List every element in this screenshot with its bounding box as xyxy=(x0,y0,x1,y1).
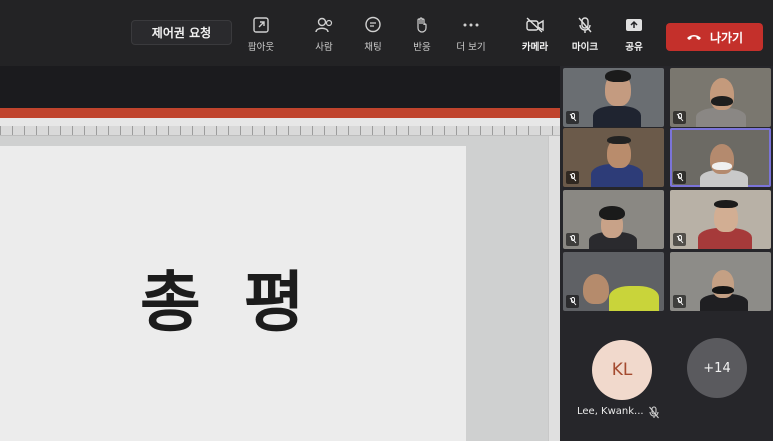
chat-label: 채팅 xyxy=(364,42,382,53)
ppt-title-bar xyxy=(0,108,560,118)
more-label: 더 보기 xyxy=(456,42,486,53)
ppt-scrollbar xyxy=(548,136,560,441)
meeting-toolbar: 제어권 요청 팝아웃 사람 채팅 반응 더 보기 카메라 마이크 공유 나가기 xyxy=(0,0,773,66)
participant-avatar[interactable]: KL xyxy=(592,340,652,400)
video-tile[interactable] xyxy=(563,252,664,311)
muted-mic-icon xyxy=(673,295,686,308)
video-tile[interactable] xyxy=(563,190,664,249)
more-dots-icon xyxy=(460,14,482,36)
participant-name: Lee, Kwank... xyxy=(577,406,644,417)
muted-mic-icon xyxy=(566,171,579,184)
muted-mic-icon xyxy=(566,295,579,308)
slide: 총 평 xyxy=(0,146,466,441)
camera-off-icon xyxy=(524,14,546,36)
muted-mic-icon xyxy=(648,404,660,423)
people-button[interactable]: 사람 xyxy=(300,14,348,53)
popout-icon xyxy=(250,14,272,36)
popout-button[interactable]: 팝아웃 xyxy=(237,14,285,53)
muted-mic-icon xyxy=(673,171,686,184)
ppt-ruler xyxy=(0,126,560,136)
hang-up-icon xyxy=(686,30,702,44)
reactions-button[interactable]: 반응 xyxy=(398,14,446,53)
ppt-canvas: 총 평 xyxy=(0,136,560,441)
mic-off-icon xyxy=(574,14,596,36)
muted-mic-icon xyxy=(566,233,579,246)
leave-button[interactable]: 나가기 xyxy=(666,23,763,51)
share-button[interactable]: 공유 xyxy=(610,14,658,53)
camera-label: 카메라 xyxy=(521,42,549,53)
muted-mic-icon xyxy=(673,233,686,246)
request-control-button[interactable]: 제어권 요청 xyxy=(131,20,232,45)
slide-title: 총 평 xyxy=(140,264,315,341)
video-tile-active-speaker[interactable] xyxy=(670,128,771,187)
leave-label: 나가기 xyxy=(709,30,744,45)
mic-button[interactable]: 마이크 xyxy=(561,14,609,53)
video-tile[interactable] xyxy=(563,68,664,127)
more-button[interactable]: 더 보기 xyxy=(447,14,495,53)
popout-label: 팝아웃 xyxy=(247,42,275,53)
more-participants-button[interactable]: +14 xyxy=(687,338,747,398)
video-tile[interactable] xyxy=(670,252,771,311)
participants-panel: KL +14 Lee, Kwank... xyxy=(560,66,773,441)
people-icon xyxy=(313,14,335,36)
reactions-label: 반응 xyxy=(413,42,431,53)
video-tile[interactable] xyxy=(670,190,771,249)
share-label: 공유 xyxy=(625,42,643,53)
video-tile[interactable] xyxy=(563,128,664,187)
chat-button[interactable]: 채팅 xyxy=(349,14,397,53)
shared-screen: 총 평 xyxy=(0,66,560,441)
muted-mic-icon xyxy=(673,111,686,124)
muted-mic-icon xyxy=(566,111,579,124)
raise-hand-icon xyxy=(411,14,433,36)
video-tile[interactable] xyxy=(670,68,771,127)
chat-icon xyxy=(362,14,384,36)
people-label: 사람 xyxy=(315,42,333,53)
camera-button[interactable]: 카메라 xyxy=(511,14,559,53)
share-tray-icon xyxy=(623,14,645,36)
mic-label: 마이크 xyxy=(571,42,599,53)
ppt-menu-bar xyxy=(0,118,560,126)
